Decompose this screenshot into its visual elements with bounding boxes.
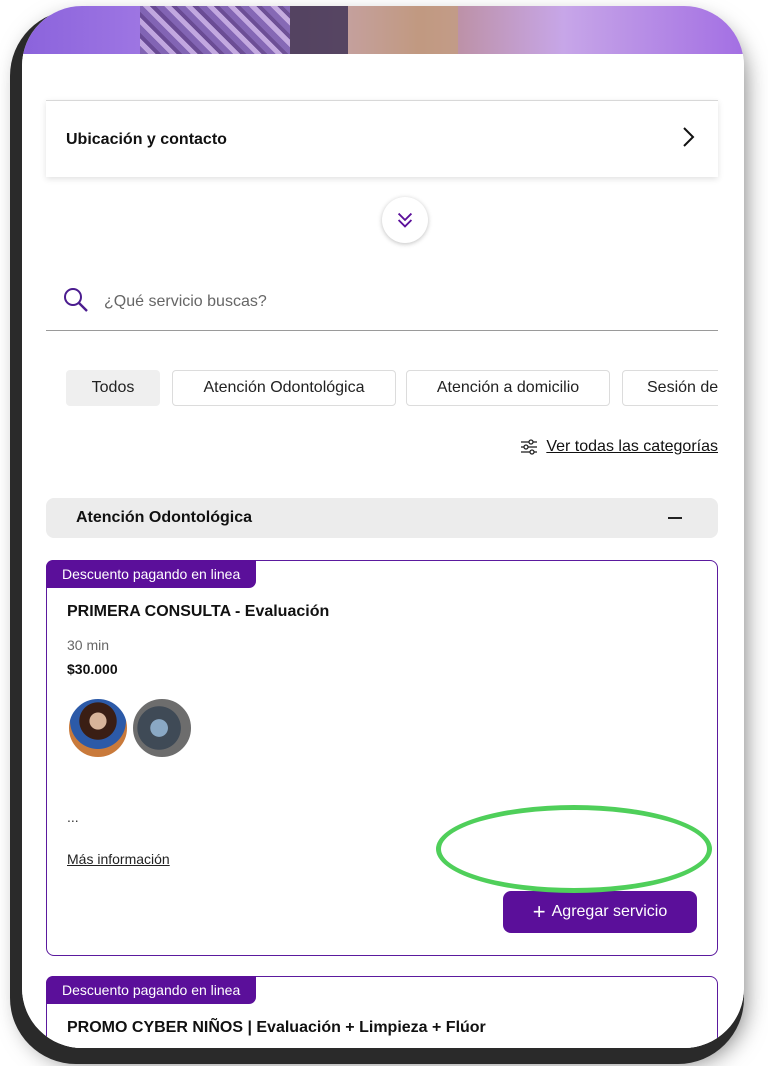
category-header[interactable]: Atención Odontológica [46,498,718,538]
add-service-button[interactable]: + Agregar servicio [503,891,697,933]
service-card: Descuento pagando en linea PROMO CYBER N… [46,976,718,1048]
view-all-categories-link[interactable]: Ver todas las categorías [520,438,718,456]
chip-sesion[interactable]: Sesión de [622,370,718,406]
service-title: PRIMERA CONSULTA - Evaluación [67,603,330,620]
service-description: ... [67,809,79,825]
avatar[interactable] [131,697,193,759]
view-all-categories-label: Ver todas las categorías [546,438,718,455]
plus-icon: + [532,899,546,924]
more-info-link[interactable]: Más información [67,851,170,867]
location-contact-title: Ubicación y contacto [66,131,227,148]
expand-button[interactable] [382,197,428,243]
service-search [46,276,718,331]
add-service-label: Agregar servicio [551,903,668,920]
minus-icon [668,517,682,519]
chip-atencion-odontologica[interactable]: Atención Odontológica [172,370,396,406]
service-price: $30.000 [67,661,118,677]
service-card: Descuento pagando en linea PRIMERA CONSU… [46,560,718,956]
chevron-right-icon [683,127,695,147]
device-frame: Ubicación y contacto Todos Atención Odon… [22,6,744,1048]
discount-badge: Descuento pagando en linea [46,976,257,1004]
avatar[interactable] [67,697,129,759]
category-title: Atención Odontológica [76,509,252,526]
service-title: PROMO CYBER NIÑOS | Evaluación + Limpiez… [67,1019,486,1036]
category-chips: Todos Atención Odontológica Atención a d… [66,370,718,408]
search-input[interactable] [102,288,666,316]
page-content: Ubicación y contacto Todos Atención Odon… [22,54,744,1048]
discount-badge: Descuento pagando en linea [46,560,257,588]
chip-todos[interactable]: Todos [66,370,160,406]
double-chevron-down-icon [397,212,413,228]
filter-sliders-icon [521,439,538,455]
service-duration: 30 min [67,637,110,653]
chip-atencion-domicilio[interactable]: Atención a domicilio [406,370,610,406]
search-icon [64,288,88,312]
location-contact-row[interactable]: Ubicación y contacto [46,100,718,243]
cover-image [22,6,744,54]
